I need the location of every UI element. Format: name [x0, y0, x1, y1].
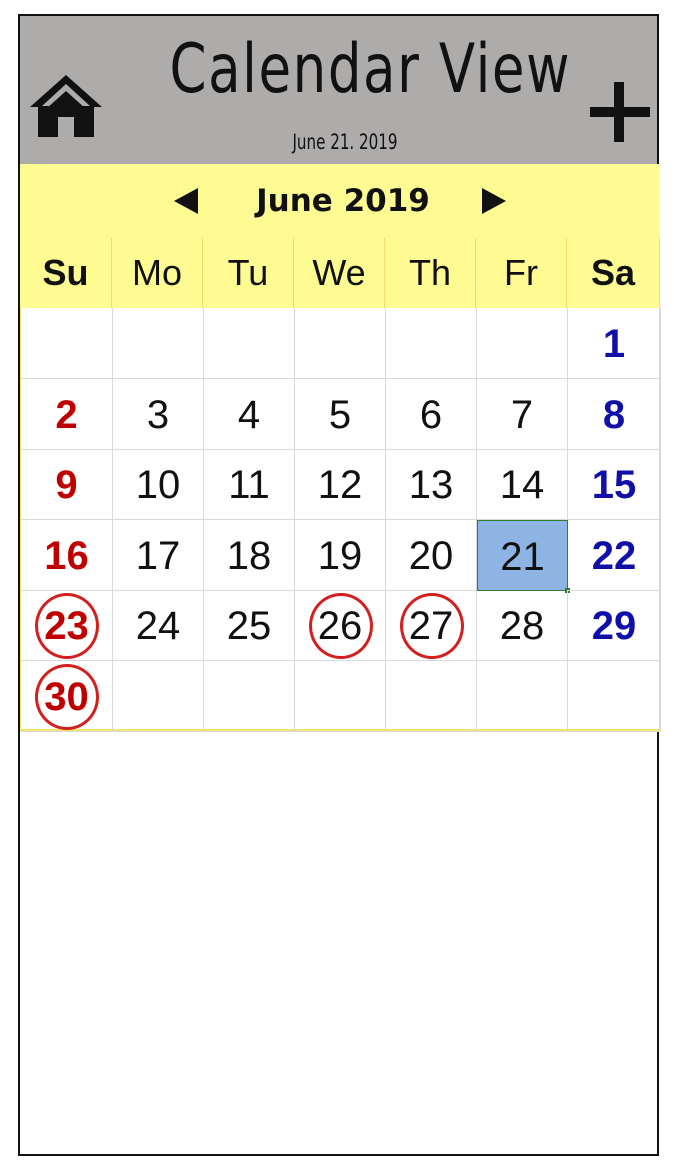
day-cell-21[interactable]: 21 — [477, 520, 570, 593]
calendar-app: Calendar View June 21. 2019 June 2019 Su… — [18, 14, 661, 1156]
month-navigation: June 2019 — [20, 164, 660, 239]
weekday-sa: Sa — [567, 238, 660, 308]
empty-day-cell[interactable] — [295, 661, 386, 732]
day-cell-18[interactable]: 18 — [204, 520, 295, 591]
day-cell-25[interactable]: 25 — [204, 590, 295, 661]
day-cell-12[interactable]: 12 — [295, 449, 386, 520]
day-cell-30[interactable]: 30 — [21, 661, 113, 732]
day-cell-15[interactable]: 15 — [568, 449, 661, 520]
day-cell-4[interactable]: 4 — [204, 379, 295, 450]
day-cell-6[interactable]: 6 — [386, 379, 477, 450]
weekday-fr: Fr — [476, 238, 567, 308]
day-cell-2[interactable]: 2 — [21, 379, 113, 450]
day-number: 17 — [135, 534, 181, 578]
empty-day-cell[interactable] — [386, 661, 477, 732]
empty-day-cell[interactable] — [204, 661, 295, 732]
day-cell-11[interactable]: 11 — [204, 449, 295, 520]
day-cell-8[interactable]: 8 — [568, 379, 661, 450]
add-button[interactable] — [588, 80, 652, 144]
day-number: 22 — [591, 534, 637, 578]
weekday-th: Th — [385, 238, 476, 308]
next-month-button[interactable] — [480, 186, 508, 216]
day-number: 14 — [499, 463, 545, 507]
empty-day-cell[interactable] — [568, 661, 661, 732]
day-number: 10 — [135, 463, 181, 507]
day-cell-29[interactable]: 29 — [568, 590, 661, 661]
day-number: 19 — [317, 534, 363, 578]
empty-day-cell[interactable] — [477, 661, 568, 732]
weekday-header: Su Mo Tu We Th Fr Sa — [20, 238, 660, 308]
empty-day-cell[interactable] — [113, 661, 204, 732]
day-number: 1 — [602, 322, 626, 366]
day-cell-14[interactable]: 14 — [477, 449, 568, 520]
day-number: 20 — [408, 534, 454, 578]
weekday-su: Su — [20, 238, 112, 308]
previous-month-button[interactable] — [172, 186, 200, 216]
day-cell-23[interactable]: 23 — [21, 590, 113, 661]
day-number: 8 — [602, 393, 626, 437]
day-number: 16 — [44, 534, 89, 578]
weekday-we: We — [294, 238, 385, 308]
app-title: Calendar View — [169, 30, 572, 109]
day-cell-17[interactable]: 17 — [113, 520, 204, 591]
empty-day-cell[interactable] — [386, 308, 477, 379]
day-number: 29 — [591, 604, 637, 648]
day-cell-5[interactable]: 5 — [295, 379, 386, 450]
month-label: June 2019 — [256, 183, 430, 219]
day-number: 5 — [328, 393, 352, 437]
empty-day-cell[interactable] — [21, 308, 113, 379]
day-cell-9[interactable]: 9 — [21, 449, 113, 520]
day-number: 25 — [226, 604, 272, 648]
day-cell-10[interactable]: 10 — [113, 449, 204, 520]
day-number: 13 — [408, 463, 454, 507]
triangle-left-icon — [174, 188, 198, 214]
day-number: 23 — [44, 604, 89, 648]
day-number: 12 — [317, 463, 363, 507]
day-number: 27 — [408, 604, 454, 648]
day-cell-27[interactable]: 27 — [386, 590, 477, 661]
day-number: 9 — [55, 463, 78, 507]
day-cell-24[interactable]: 24 — [113, 590, 204, 661]
weekday-tu: Tu — [203, 238, 294, 308]
day-cell-19[interactable]: 19 — [295, 520, 386, 591]
triangle-right-icon — [482, 188, 506, 214]
day-cell-16[interactable]: 16 — [21, 520, 113, 591]
empty-day-cell[interactable] — [477, 308, 568, 379]
day-number: 2 — [55, 393, 78, 437]
day-cell-1[interactable]: 1 — [568, 308, 661, 379]
header-bar: Calendar View June 21. 2019 — [20, 16, 657, 164]
day-cell-22[interactable]: 22 — [568, 520, 661, 591]
day-number: 7 — [510, 393, 534, 437]
day-grid: 1 2 3 4 5 6 7 8 9 10 11 12 13 14 15 16 17 18 19 20 21 22 23 24 2… — [20, 308, 661, 732]
empty-day-cell[interactable] — [204, 308, 295, 379]
day-number: 6 — [419, 393, 443, 437]
plus-icon — [590, 82, 650, 142]
day-number: 18 — [226, 534, 272, 578]
day-cell-20[interactable]: 20 — [386, 520, 477, 591]
day-number: 11 — [228, 463, 270, 507]
day-cell-26[interactable]: 26 — [295, 590, 386, 661]
day-cell-7[interactable]: 7 — [477, 379, 568, 450]
day-cell-28[interactable]: 28 — [477, 590, 568, 661]
day-number: 3 — [146, 393, 170, 437]
day-number: 15 — [591, 463, 637, 507]
day-cell-3[interactable]: 3 — [113, 379, 204, 450]
day-number: 21 — [500, 535, 545, 579]
home-icon — [30, 75, 102, 137]
home-button[interactable] — [28, 71, 104, 139]
day-number: 26 — [317, 604, 363, 648]
day-number: 30 — [44, 675, 89, 719]
day-number: 28 — [499, 604, 545, 648]
day-number: 4 — [237, 393, 261, 437]
day-number: 24 — [135, 604, 181, 648]
current-date: June 21. 2019 — [292, 130, 398, 154]
day-cell-13[interactable]: 13 — [386, 449, 477, 520]
weekday-mo: Mo — [112, 238, 203, 308]
empty-day-cell[interactable] — [295, 308, 386, 379]
empty-day-cell[interactable] — [113, 308, 204, 379]
